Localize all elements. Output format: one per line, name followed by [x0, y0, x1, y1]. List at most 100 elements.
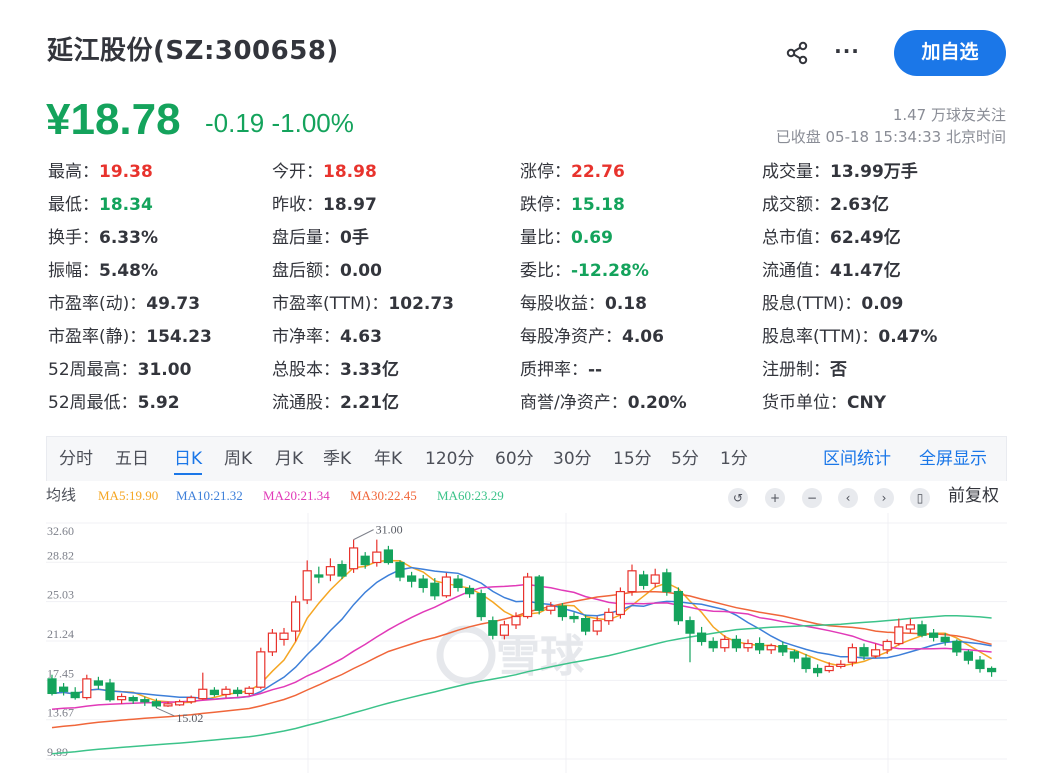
low-annotation: 15.02 [176, 711, 203, 725]
candle-down [395, 561, 405, 578]
stat-value: 19.38 [99, 162, 153, 182]
watermark-text: 雪球 [496, 631, 585, 682]
share-icon[interactable] [784, 40, 810, 66]
stat-label: 每股净资产： [520, 327, 622, 347]
kline-chart[interactable]: 32.6028.8225.0321.2417.4513.679.89雪球31.0… [46, 437, 1007, 774]
high-annotation: 31.00 [376, 523, 403, 537]
stat-item: 市盈率(静)：154.23 [48, 325, 212, 349]
stat-value: 49.73 [146, 294, 201, 314]
kline-panel: 区间统计 全屏显示 分时 五日 日K 周K 月K 季K 年K 120分 60分 30分 15分 5分 1… [46, 436, 1007, 774]
candle-down [233, 689, 243, 695]
stat-item: 注册制：否 [762, 358, 847, 382]
candle-up [604, 611, 614, 622]
stat-item: 股息率(TTM)：0.47% [762, 325, 937, 349]
stat-label: 每股收益： [520, 294, 605, 314]
stat-label: 市盈率(TTM)： [272, 294, 389, 314]
candle-up [116, 695, 127, 701]
candle-down [70, 691, 80, 699]
follower-count[interactable]: 1.47 万球友关注 [893, 104, 1006, 125]
candle-down [801, 657, 811, 670]
candle-down [685, 620, 695, 634]
candle-up [499, 624, 509, 636]
candle-down [453, 578, 463, 589]
candle-down [812, 667, 823, 674]
stat-label: 股息率(TTM)： [762, 327, 879, 347]
stat-label: 市盈率(静)： [48, 327, 147, 347]
stat-item: 流通值：41.47亿 [762, 259, 901, 283]
stat-label: 货币单位： [762, 393, 847, 413]
stat-item: 最低：18.34 [48, 193, 153, 217]
candle-down [93, 680, 104, 686]
candle-down [731, 638, 742, 649]
candle-up [546, 605, 556, 611]
stat-item: 跌停：15.18 [520, 193, 625, 217]
stat-label: 总股本： [272, 360, 340, 380]
candle-up [615, 590, 626, 616]
stat-value: 0.47% [878, 327, 938, 347]
candle-down [151, 701, 162, 707]
candle-up [221, 688, 231, 696]
stat-value: 0.09 [861, 294, 904, 314]
stat-value: 62.49亿 [830, 228, 901, 248]
stat-label: 流通股： [272, 393, 340, 413]
candle-up [743, 642, 753, 649]
add-watchlist-button[interactable]: 加自选 [894, 30, 1006, 76]
stat-item: 成交额：2.63亿 [762, 193, 889, 217]
stat-item: 总股本：3.33亿 [272, 358, 399, 382]
candle-up [627, 570, 637, 593]
stat-item: 每股收益：0.18 [520, 292, 647, 316]
candle-down [696, 632, 707, 643]
candle-down [465, 587, 475, 595]
candle-down [778, 645, 788, 653]
stat-item: 货币单位：CNY [762, 391, 886, 415]
stat-item: 量比：0.69 [520, 226, 613, 250]
stat-label: 商誉/净资产： [520, 393, 628, 413]
candle-up [894, 626, 904, 645]
stat-label: 注册制： [762, 360, 830, 380]
stat-item: 振幅：5.48% [48, 259, 158, 283]
stat-label: 换手： [48, 228, 99, 248]
stock-title: 延江股份(SZ:300658) [47, 36, 339, 66]
stat-label: 振幅： [48, 261, 99, 281]
candle-down [673, 590, 684, 622]
candle-down [952, 640, 962, 653]
candle-down [488, 620, 498, 636]
stat-label: 今开： [272, 162, 323, 182]
stat-label: 市盈率(动)： [48, 294, 147, 314]
candle-up [441, 576, 451, 597]
stat-item: 成交量：13.99万手 [762, 160, 918, 184]
stat-label: 质押率： [520, 360, 588, 380]
candle-down [47, 678, 57, 695]
stat-label: 涨停： [520, 162, 571, 182]
annotation-leader [156, 707, 175, 717]
stat-item: 52周最低：5.92 [48, 391, 180, 415]
stat-label: 最高： [48, 162, 99, 182]
candle-down [986, 667, 997, 673]
candle-up [766, 645, 776, 651]
candle-down [209, 689, 219, 696]
stat-value: 0手 [340, 228, 369, 248]
candle-up [511, 615, 521, 626]
candle-up [256, 651, 266, 688]
candle-down [140, 699, 150, 703]
market-status: 已收盘 05-18 15:34:33 北京时间 [775, 128, 1006, 146]
candle-down [407, 575, 417, 582]
candle-down [430, 582, 440, 597]
stat-item: 市盈率(动)：49.73 [48, 292, 200, 316]
candle-down [557, 605, 568, 618]
candle-up [198, 688, 208, 700]
stat-label: 委比： [520, 261, 571, 281]
more-icon[interactable]: ··· [834, 38, 860, 64]
stat-value: 22.76 [571, 162, 625, 182]
candle-down [580, 618, 591, 632]
candle-up [302, 570, 312, 601]
stat-item: 流通股：2.21亿 [272, 391, 399, 415]
stat-item: 质押率：-- [520, 358, 602, 382]
candle-down [928, 632, 939, 638]
candle-down [963, 651, 974, 661]
stat-value: 6.33% [99, 228, 158, 248]
stat-item: 最高：19.38 [48, 160, 153, 184]
candle-up [163, 703, 173, 707]
logo-icon [436, 625, 496, 685]
stat-label: 成交量： [762, 162, 830, 182]
